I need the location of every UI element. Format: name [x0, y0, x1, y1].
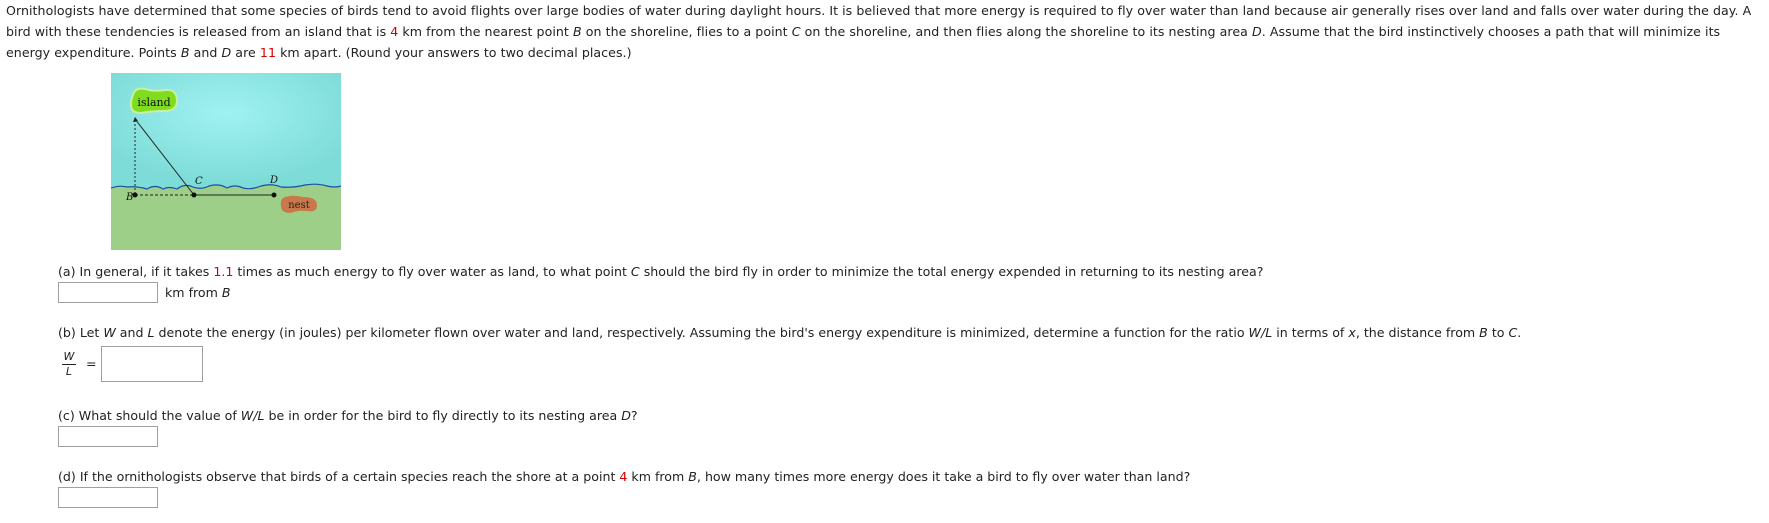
nest-label: nest: [288, 200, 310, 211]
point-c-marker: [191, 192, 197, 198]
equals-sign: =: [86, 356, 97, 371]
island-shoreline-diagram: island nest B C D: [111, 73, 341, 250]
answer-a-unit: km from B: [165, 285, 231, 300]
question-d: (d) If the ornithologists observe that b…: [58, 469, 1191, 484]
point-d-marker: [271, 192, 277, 198]
land-area: [111, 184, 341, 250]
answer-a-input[interactable]: [58, 282, 158, 303]
point-b-label: B: [125, 192, 133, 203]
point-c-label: C: [195, 176, 203, 187]
island-label: island: [137, 96, 170, 109]
answer-d-input[interactable]: [58, 487, 158, 508]
fraction-numerator: W: [62, 350, 76, 365]
question-a: (a) In general, if it takes 1.1 times as…: [58, 264, 1264, 279]
ratio-fraction-label: W L: [62, 350, 76, 378]
question-c: (c) What should the value of W/L be in o…: [58, 408, 638, 423]
bd-distance-value: 11: [259, 45, 277, 60]
energy-ratio-value: 1.1: [213, 264, 234, 279]
point-d-label: D: [269, 175, 278, 186]
fraction-denominator: L: [65, 365, 73, 378]
question-b: (b) Let W and L denote the energy (in jo…: [58, 325, 1522, 340]
problem-statement: Ornithologists have determined that some…: [6, 3, 1752, 60]
answer-c-input[interactable]: [58, 426, 158, 447]
answer-b-input[interactable]: [101, 346, 203, 382]
